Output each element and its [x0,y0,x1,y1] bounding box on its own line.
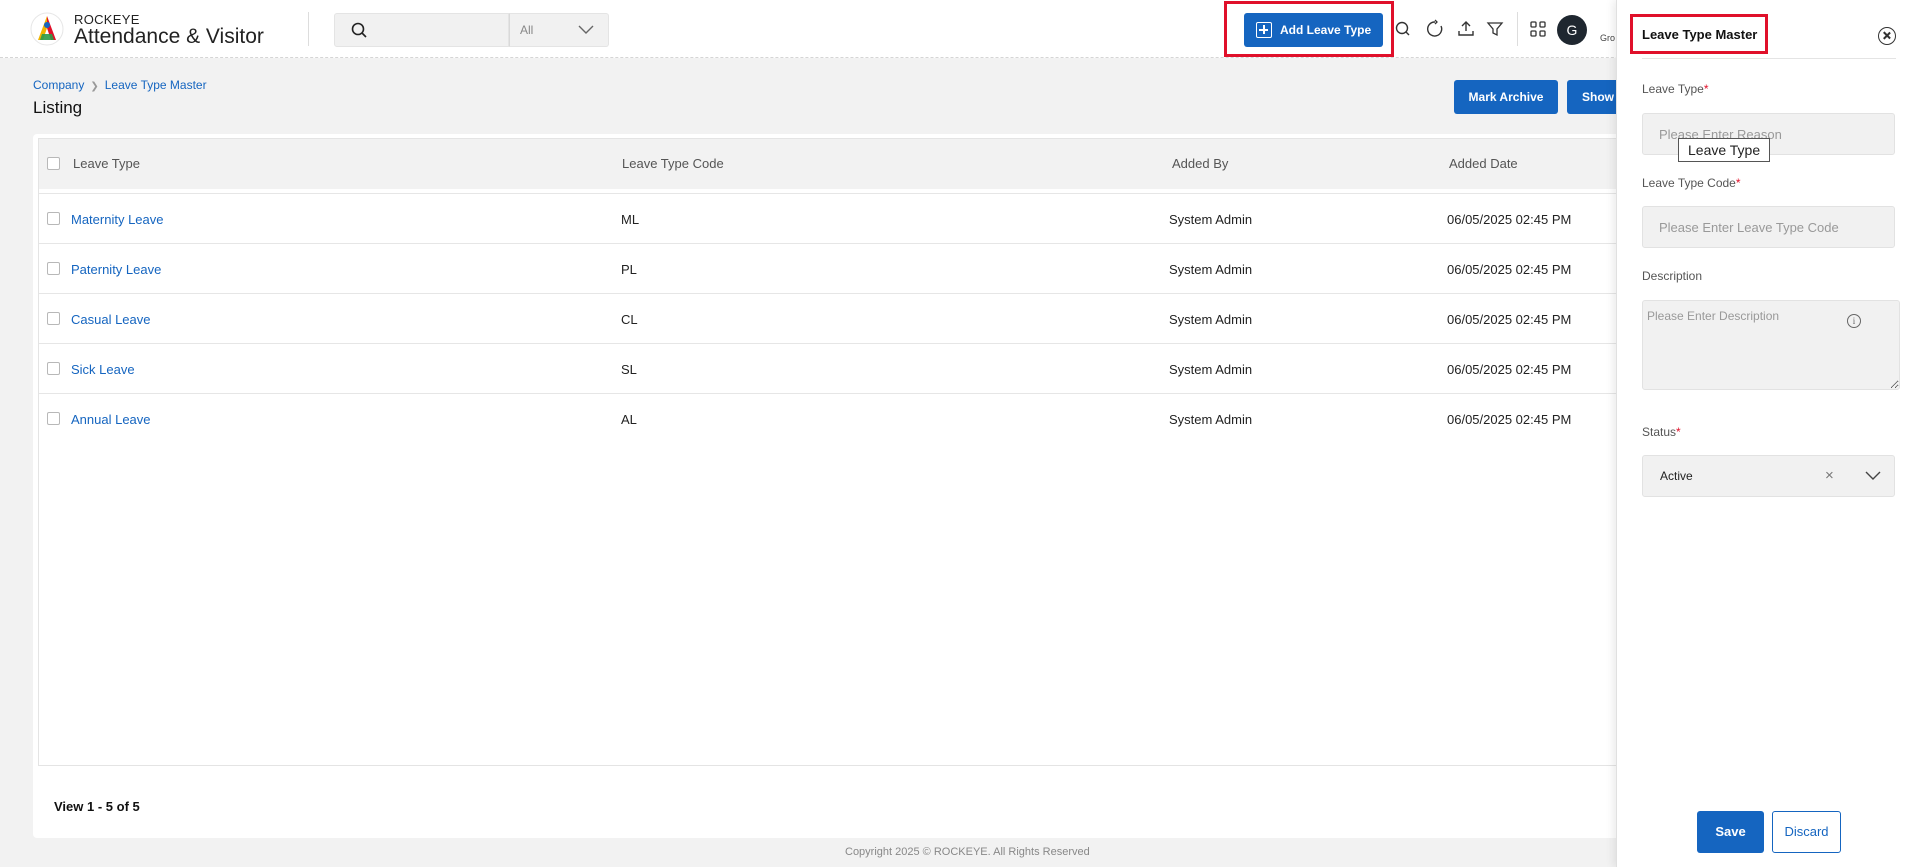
column-header-leave-type-code[interactable]: Leave Type Code [622,156,724,171]
added-date: 06/05/2025 02:45 PM [1447,412,1572,427]
row-checkbox[interactable] [47,412,60,425]
added-by: System Admin [1169,262,1253,277]
page-title: Listing [33,98,83,117]
breadcrumb-leave-type-master[interactable]: Leave Type Master [105,78,207,92]
leave-type-link[interactable]: Casual Leave [71,312,151,327]
status-select[interactable]: Active × [1642,455,1895,497]
mark-archive-button[interactable]: Mark Archive [1454,80,1558,114]
description-label: Description [1642,269,1703,283]
leave-type-link[interactable]: Sick Leave [71,362,135,377]
leave-type-code-label: Leave Type Code* [1642,176,1741,190]
added-date: 06/05/2025 02:45 PM [1447,212,1572,227]
added-date: 06/05/2025 02:45 PM [1447,362,1572,377]
added-date: 06/05/2025 02:45 PM [1447,262,1572,277]
description-textarea[interactable] [1642,300,1900,390]
table-header: Leave Type Leave Type Code Added By Adde… [39,139,1632,189]
row-checkbox[interactable] [47,212,60,225]
info-icon[interactable]: i [1847,314,1861,328]
global-search[interactable] [334,13,509,47]
clear-icon[interactable]: × [1825,467,1834,484]
table-row: Sick Leave SL System Admin 06/05/2025 02… [39,343,1632,393]
add-leave-type-label: Add Leave Type [1280,23,1372,37]
leave-type-label: Leave Type* [1642,82,1709,96]
select-all-checkbox[interactable] [47,157,60,170]
breadcrumb-company[interactable]: Company [33,78,84,92]
leave-type-link[interactable]: Maternity Leave [71,212,164,227]
leave-type-link[interactable]: Paternity Leave [71,262,161,277]
added-by: System Admin [1169,212,1253,227]
column-header-added-date[interactable]: Added Date [1449,156,1518,171]
added-by: System Admin [1169,362,1253,377]
status-label: Status* [1642,425,1681,439]
panel-title: Leave Type Master [1642,27,1758,42]
apps-grid-icon[interactable] [1528,19,1548,39]
leave-type-tooltip: Leave Type [1678,138,1771,162]
table-row: Paternity Leave PL System Admin 06/05/20… [39,243,1632,293]
search-scope-value: All [520,23,534,37]
leave-type-code: AL [621,412,637,427]
search-icon [351,22,367,38]
leave-type-code: SL [621,362,637,377]
search-scope-select[interactable]: All [509,13,609,47]
leave-type-code: ML [621,212,640,227]
panel-divider [1642,58,1896,59]
added-date: 06/05/2025 02:45 PM [1447,312,1572,327]
leave-type-code: CL [621,312,638,327]
listing-card: Leave Type Leave Type Code Added By Adde… [33,134,1633,838]
column-header-added-by[interactable]: Added By [1172,156,1228,171]
row-checkbox[interactable] [47,262,60,275]
search-icon[interactable] [1393,19,1413,39]
leave-type-code: PL [621,262,637,277]
close-icon[interactable] [1878,27,1896,45]
added-by: System Admin [1169,412,1253,427]
table-row: Annual Leave AL System Admin 06/05/2025 … [39,393,1632,443]
status-value: Active [1660,469,1693,483]
row-checkbox[interactable] [47,362,60,375]
breadcrumb: Company ❯ Leave Type Master [33,78,207,92]
chevron-down-icon [578,25,594,34]
save-button[interactable]: Save [1697,811,1764,853]
leave-type-master-panel: Leave Type Master Leave Type* Leave Type… [1616,0,1919,867]
leave-type-code-input[interactable] [1642,206,1895,248]
header-divider [308,12,309,46]
column-header-leave-type[interactable]: Leave Type [73,156,140,171]
header-divider [1517,12,1518,46]
upload-icon[interactable] [1456,19,1476,39]
chevron-right-icon: ❯ [90,81,99,92]
added-by: System Admin [1169,312,1253,327]
pagination-info: View 1 - 5 of 5 [54,799,140,814]
leave-type-link[interactable]: Annual Leave [71,412,151,427]
discard-button[interactable]: Discard [1772,811,1841,853]
search-input[interactable] [379,20,499,42]
chevron-down-icon[interactable] [1865,471,1881,481]
table-row: Maternity Leave ML System Admin 06/05/20… [39,193,1632,243]
filter-icon[interactable] [1485,19,1505,39]
rockeye-logo-icon [30,12,64,46]
brand-app-name: Attendance & Visitor [74,25,264,48]
user-name-fragment: Gro [1600,33,1616,43]
table-row: Casual Leave CL System Admin 06/05/2025 … [39,293,1632,343]
leave-type-table: Leave Type Leave Type Code Added By Adde… [38,138,1633,766]
user-avatar[interactable]: G [1557,15,1587,45]
plus-square-icon [1256,22,1272,38]
row-checkbox[interactable] [47,312,60,325]
add-leave-type-button[interactable]: Add Leave Type [1244,13,1383,47]
refresh-icon[interactable] [1425,19,1445,39]
